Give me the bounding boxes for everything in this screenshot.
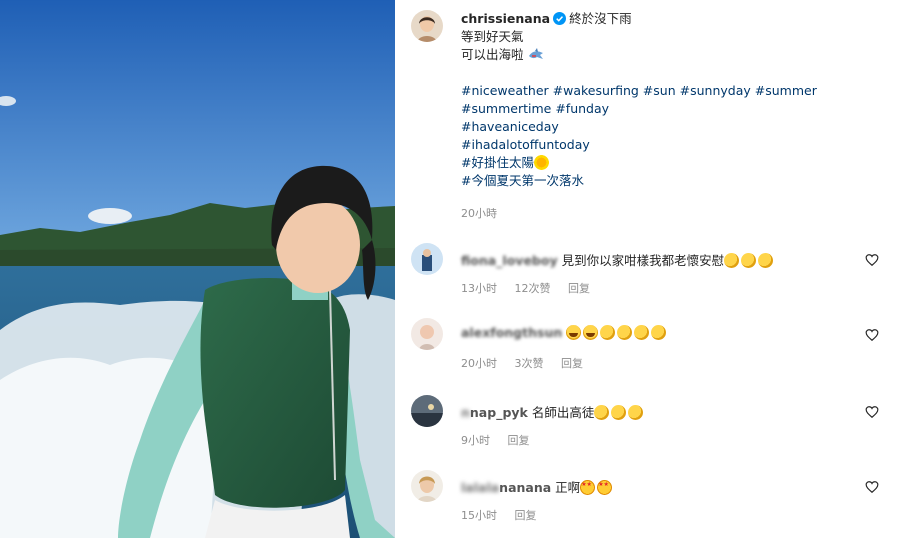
- comment-reply-button[interactable]: 回复: [515, 509, 537, 522]
- comment-likes[interactable]: 3次赞: [515, 357, 544, 370]
- hashtag-miss-sun[interactable]: #好掛住太陽: [461, 155, 534, 170]
- wakesurf-photo: [0, 0, 395, 538]
- avatar-image: [411, 243, 443, 275]
- comment-reply-button[interactable]: 回复: [561, 357, 583, 370]
- hashtag-niceweather[interactable]: #niceweather: [461, 83, 549, 98]
- author-avatar[interactable]: [411, 10, 443, 42]
- clap-emoji-icon: [724, 253, 740, 268]
- clap-emoji-icon: [741, 253, 757, 268]
- comment-text: 見到你以家咁樣我都老懷安慰: [561, 253, 725, 268]
- comment-text: 正啊: [555, 480, 581, 495]
- caption-line-2: 等到好天氣: [461, 29, 524, 44]
- post-details: chrissienana 終於沒下雨 等到好天氣 可以出海啦 #niceweath…: [395, 0, 900, 538]
- caption-line-1: 終於沒下雨: [569, 11, 632, 26]
- like-heart-icon[interactable]: [865, 328, 879, 342]
- caption-line-3: 可以出海啦: [461, 47, 524, 62]
- clap-emoji-icon: [628, 405, 644, 420]
- comment: nnap_pyk 名師出高徒 9小时 回复: [395, 395, 900, 455]
- comment-time[interactable]: 20小时: [461, 357, 497, 370]
- like-heart-icon[interactable]: [865, 480, 879, 494]
- clap-emoji-icon: [617, 325, 633, 340]
- comment: alexfongthsun 20小时 3次赞 回复: [395, 318, 900, 378]
- comment-reply-button[interactable]: 回复: [508, 434, 530, 447]
- post-timestamp[interactable]: 20小時: [461, 205, 497, 221]
- clap-emoji-icon: [600, 325, 616, 340]
- clap-emoji-icon: [594, 405, 610, 420]
- commenter-avatar[interactable]: [411, 470, 443, 502]
- hashtag-funday[interactable]: #funday: [555, 101, 609, 116]
- like-heart-icon[interactable]: [865, 253, 879, 267]
- avatar-image: [411, 10, 443, 42]
- hashtag-wakesurfing[interactable]: #wakesurfing: [553, 83, 639, 98]
- comment-time[interactable]: 13小时: [461, 282, 497, 295]
- author-username[interactable]: chrissienana: [461, 11, 550, 26]
- clap-emoji-icon: [634, 325, 650, 340]
- verified-badge-icon: [553, 12, 567, 25]
- post-media[interactable]: [0, 0, 395, 538]
- comment-likes[interactable]: 12次赞: [515, 282, 551, 295]
- clap-emoji-icon: [651, 325, 667, 340]
- like-heart-icon[interactable]: [865, 405, 879, 419]
- hashtag-haveaniceday[interactable]: #haveaniceday: [461, 119, 559, 134]
- hashtag-ihadalotoffuntoday[interactable]: #ihadalotoffuntoday: [461, 137, 590, 152]
- commenter-avatar[interactable]: [411, 395, 443, 427]
- comment-text: 名師出高徒: [531, 405, 595, 420]
- comment-username[interactable]: fiona_loveboy: [461, 253, 558, 268]
- avatar-image: [411, 395, 443, 427]
- shark-emoji-icon: [528, 48, 543, 59]
- laughing-emoji-icon: [566, 325, 582, 340]
- hashtag-first-swim[interactable]: #今個夏天第一次落水: [461, 173, 584, 188]
- comment-reply-button[interactable]: 回复: [568, 282, 590, 295]
- hashtag-summer[interactable]: #summer: [755, 83, 817, 98]
- star-struck-emoji-icon: [580, 480, 596, 495]
- avatar-image: [411, 470, 443, 502]
- post-caption: chrissienana 終於沒下雨 等到好天氣 可以出海啦 #niceweath…: [461, 10, 881, 190]
- comment: fiona_loveboy 見到你以家咁樣我都老懷安慰 13小时 12次赞 回复: [395, 243, 900, 303]
- comment-time[interactable]: 9小时: [461, 434, 490, 447]
- comment-time[interactable]: 15小时: [461, 509, 497, 522]
- comment-username[interactable]: lalalananana: [461, 480, 551, 495]
- hashtag-sunnyday[interactable]: #sunnyday: [680, 83, 751, 98]
- comment-username[interactable]: alexfongthsun: [461, 325, 562, 340]
- comment: lalalananana 正啊 15小时 回复: [395, 470, 900, 530]
- avatar-image: [411, 318, 443, 350]
- hashtag-summertime[interactable]: #summertime: [461, 101, 551, 116]
- hashtag-sun[interactable]: #sun: [643, 83, 676, 98]
- commenter-avatar[interactable]: [411, 318, 443, 350]
- clap-emoji-icon: [758, 253, 774, 268]
- commenter-avatar[interactable]: [411, 243, 443, 275]
- sun-emoji-icon: [533, 155, 549, 170]
- clap-emoji-icon: [611, 405, 627, 420]
- laughing-emoji-icon: [583, 325, 599, 340]
- comment-username[interactable]: nnap_pyk: [461, 405, 528, 420]
- star-struck-emoji-icon: [597, 480, 613, 495]
